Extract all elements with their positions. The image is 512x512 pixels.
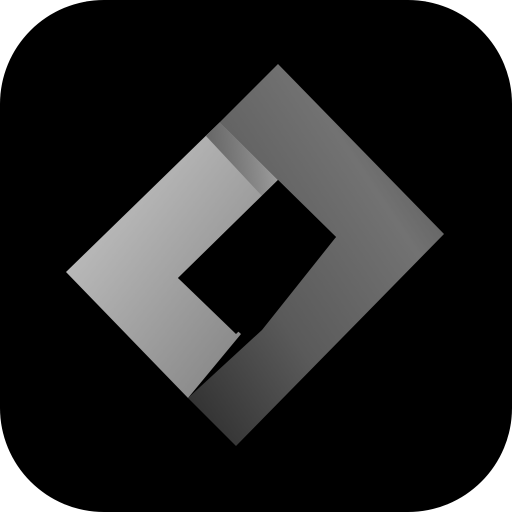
app-icon-stage xyxy=(0,0,512,512)
diamond-frame-logo-icon xyxy=(66,64,444,446)
app-icon[interactable] xyxy=(0,0,512,512)
